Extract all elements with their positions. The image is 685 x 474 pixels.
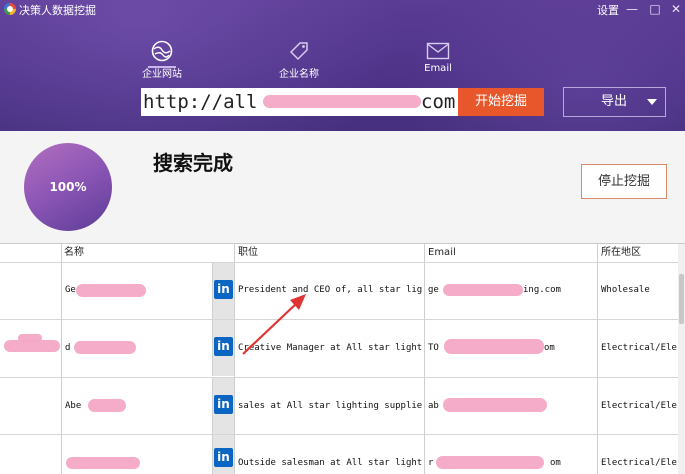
contact-position: sales at All star lighting supplies [238, 401, 423, 411]
linkedin-button[interactable]: in [212, 378, 234, 434]
column-header-email[interactable]: Email [426, 244, 596, 262]
row-divider [0, 319, 678, 320]
redaction-mark [436, 456, 544, 469]
stop-mining-button[interactable]: 停止挖掘 [581, 164, 667, 199]
column-divider [234, 244, 235, 474]
contact-region: Wholesale [601, 285, 650, 295]
status-title: 搜索完成 [153, 151, 233, 175]
tab-company-website[interactable]: 企业网站 [122, 40, 202, 80]
linkedin-icon: in [214, 280, 233, 299]
app-logo-icon [4, 3, 16, 15]
row-divider [0, 377, 678, 378]
redaction-mark [443, 284, 523, 296]
row-divider [0, 262, 678, 263]
redaction-mark [263, 95, 421, 108]
tab-company-name[interactable]: 企业名称 [259, 40, 339, 80]
app-header: 决策人数据挖掘 设置 — □ ✕ 企业网站 企业名称 Email com 开始挖… [0, 0, 685, 131]
maximize-icon[interactable]: □ [648, 2, 662, 16]
progress-circle: 100% [24, 143, 112, 231]
contact-position: Creative Manager at All star lightin [238, 343, 423, 353]
linkedin-button[interactable]: in [212, 435, 234, 474]
redaction-mark [18, 334, 42, 342]
redaction-mark [444, 339, 544, 354]
column-divider [424, 244, 425, 474]
tab-email[interactable]: Email [398, 42, 478, 74]
contact-position: Outside salesman at All star lightin [238, 458, 423, 468]
linkedin-button[interactable]: in [212, 320, 234, 376]
redaction-mark [66, 457, 140, 469]
scrollbar-thumb[interactable] [679, 274, 684, 324]
column-divider [61, 244, 62, 474]
contact-region: Electrical/Ele [601, 401, 677, 411]
linkedin-icon: in [214, 337, 233, 356]
chevron-down-icon [647, 99, 657, 105]
export-label: 导出 [601, 94, 628, 109]
export-button[interactable]: 导出 [563, 87, 666, 117]
tab-label: Email [424, 63, 452, 74]
linkedin-button[interactable]: in [212, 263, 234, 319]
column-header-position[interactable]: 职位 [236, 244, 424, 262]
redaction-mark [443, 398, 547, 412]
status-panel: 100% 搜索完成 停止挖掘 [0, 131, 685, 243]
url-suffix: com [421, 91, 456, 113]
email-suffix: om [550, 458, 561, 468]
contact-region: Electrical/Ele [601, 343, 677, 353]
row-divider [0, 434, 678, 435]
results-table: 名称 职位 Email 所在地区 Ge in President and CEO… [0, 243, 685, 474]
column-divider [597, 244, 598, 474]
contact-region: Electrical/Ele [601, 458, 677, 468]
linkedin-icon: in [214, 448, 233, 467]
tag-icon [289, 42, 308, 61]
redaction-mark [88, 399, 126, 412]
settings-link[interactable]: 设置 [597, 2, 619, 18]
contact-position: President and CEO of, all star light [238, 285, 423, 295]
table-scrollbar[interactable] [678, 244, 685, 474]
column-header-region[interactable]: 所在地区 [599, 244, 679, 262]
redaction-mark [74, 341, 136, 354]
app-title: 决策人数据挖掘 [19, 4, 96, 17]
close-icon[interactable]: ✕ [669, 2, 683, 16]
envelope-icon [426, 42, 450, 60]
email-suffix: om [544, 343, 555, 353]
annotation-arrow-icon [242, 294, 306, 355]
tab-label: 企业网站 [142, 69, 182, 80]
linkedin-icon: in [214, 395, 233, 414]
title-bar: 决策人数据挖掘 设置 — □ ✕ [0, 0, 685, 20]
minimize-icon[interactable]: — [625, 2, 639, 16]
column-header-name[interactable]: 名称 [62, 244, 234, 262]
tab-label: 企业名称 [279, 69, 319, 80]
start-mining-button[interactable]: 开始挖掘 [458, 88, 544, 116]
globe-icon [151, 40, 173, 62]
redaction-mark [76, 284, 146, 297]
email-suffix: ing.com [523, 285, 561, 295]
active-tab-indicator [148, 66, 176, 68]
